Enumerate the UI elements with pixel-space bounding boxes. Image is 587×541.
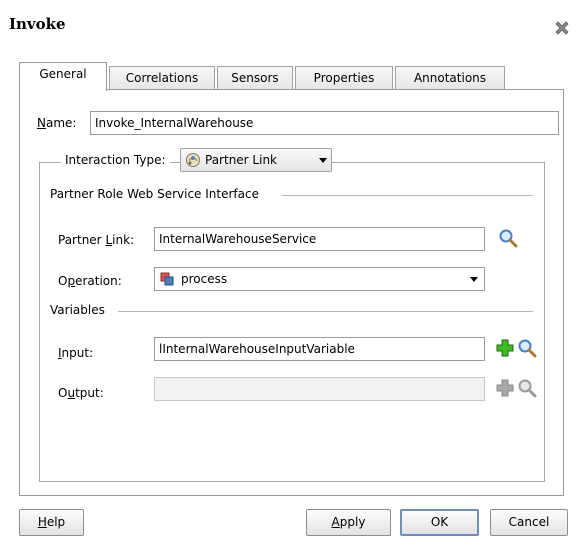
input-label: Input: [58,346,94,360]
add-icon[interactable] [495,338,515,358]
output-label: Output: [58,386,104,400]
cancel-button[interactable]: Cancel [490,509,568,536]
name-label: Name: [37,116,77,130]
operation-select[interactable]: process [154,267,485,291]
interaction-type-label: Interaction Type: [61,153,170,167]
search-icon [518,379,537,398]
dialog-title: Invoke [9,15,66,33]
interaction-type-group [39,162,545,482]
tab-label: Annotations [413,71,487,85]
general-tab-panel: Name: Invoke_InternalWarehouse Interacti… [19,89,564,496]
tab-sensors[interactable]: Sensors [217,66,293,90]
ok-button[interactable]: OK [400,509,479,536]
tab-label: Sensors [231,71,279,85]
tab-general[interactable]: General [19,62,107,91]
help-button[interactable]: Help [19,509,84,536]
tab-label: Correlations [125,71,199,85]
interaction-type-value: Partner Link [205,153,277,167]
tab-properties[interactable]: Properties [295,66,393,90]
chevron-down-icon [470,277,478,282]
search-icon[interactable] [498,228,518,248]
input-variable-value: lInternalWarehouseInputVariable [159,342,355,356]
name-value: Invoke_InternalWarehouse [95,116,254,130]
partner-link-value: InternalWarehouseService [159,232,317,246]
name-field[interactable]: Invoke_InternalWarehouse [90,111,559,135]
close-icon[interactable] [554,20,570,36]
apply-button[interactable]: Apply [306,509,391,536]
partner-link-label: Partner Link: [58,233,135,247]
tab-label: General [39,67,87,81]
partner-link-field[interactable]: InternalWarehouseService [154,227,485,251]
cancel-label: Cancel [508,515,550,529]
variables-section-title: Variables [50,303,105,317]
partner-link-icon [186,153,200,167]
section-divider [118,311,533,312]
interaction-type-dropdown[interactable]: Partner Link [180,148,332,172]
search-icon[interactable] [517,338,537,358]
tab-correlations[interactable]: Correlations [109,66,215,90]
tab-annotations[interactable]: Annotations [395,66,505,90]
dialog-title-bar: Invoke [0,0,587,52]
output-variable-field [154,377,485,401]
ok-label: OK [430,515,449,529]
operation-label: Operation: [58,274,122,288]
add-icon [496,379,514,397]
partner-role-section-title: Partner Role Web Service Interface [50,187,259,201]
input-variable-field[interactable]: lInternalWarehouseInputVariable [154,337,485,361]
section-divider [282,195,533,196]
operation-value: process [181,272,228,286]
chevron-down-icon [319,158,327,163]
tab-label: Properties [313,71,375,85]
operation-icon [160,272,174,286]
